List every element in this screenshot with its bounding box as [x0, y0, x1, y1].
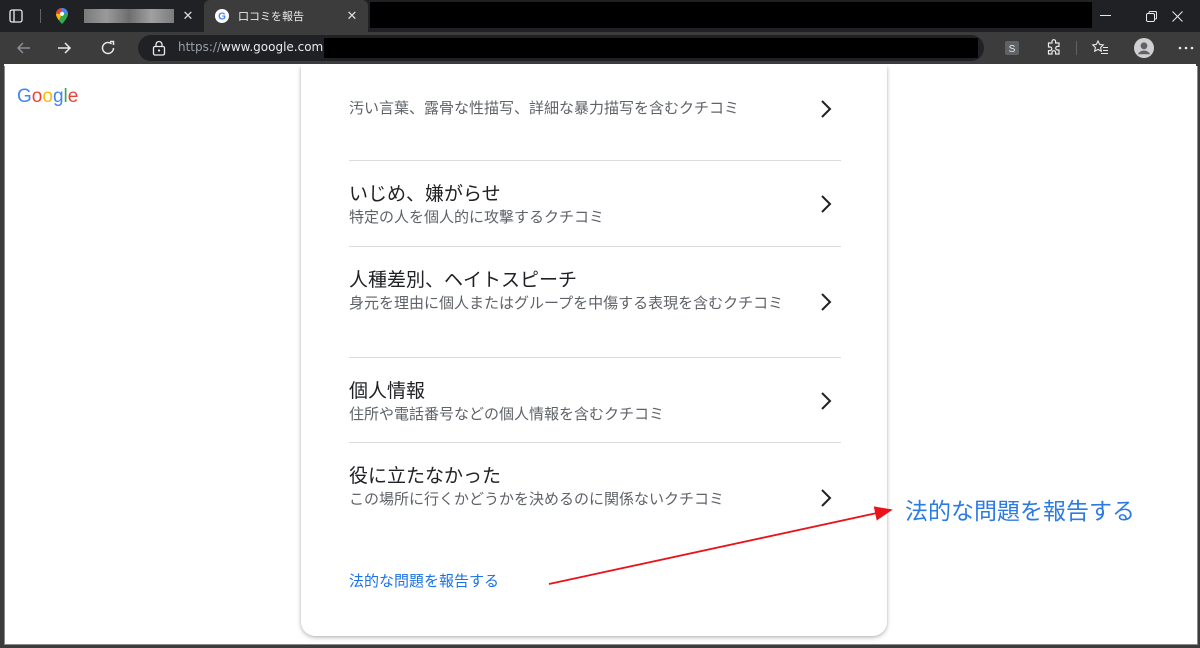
extensions-puzzle-icon[interactable] [1044, 38, 1064, 58]
tab-report-review[interactable]: G 口コミを報告 ✕ [204, 0, 368, 32]
more-options-icon[interactable] [1176, 38, 1196, 58]
google-g-icon: G [214, 8, 230, 24]
extension-s-icon[interactable]: S [1002, 38, 1022, 58]
tab-actions-icon[interactable] [6, 6, 26, 26]
maps-pin-icon [54, 8, 70, 24]
lock-icon[interactable] [152, 40, 168, 56]
tab-separator [40, 9, 41, 23]
reload-icon[interactable] [96, 36, 120, 60]
svg-text:S: S [1009, 44, 1016, 55]
tab-close-icon[interactable]: ✕ [180, 8, 196, 24]
tab-title: 口コミを報告 [238, 10, 304, 23]
toolbar-separator [1076, 41, 1077, 55]
url-text: https://www.google.com [178, 40, 324, 54]
tab-title-redacted [84, 9, 174, 23]
tab-maps[interactable]: ✕ [44, 0, 204, 32]
page-viewport: Google 汚い言葉、露骨な性描写、詳細な暴力描写を含むクチコミ いじめ、嫌が… [4, 66, 1198, 645]
profile-avatar-icon[interactable] [1134, 38, 1154, 58]
forward-arrow-icon[interactable] [52, 36, 76, 60]
tab-close-icon[interactable]: ✕ [344, 8, 360, 24]
browser-toolbar: https://www.google.com S [0, 32, 1200, 64]
annotation-arrow [548, 506, 893, 585]
tab-bar: ✕ G 口コミを報告 ✕ [0, 0, 1200, 32]
annotation-label: 法的な問題を報告する [905, 499, 1135, 525]
redacted-area [324, 38, 978, 58]
redacted-area [370, 2, 1092, 28]
back-arrow-icon[interactable] [12, 36, 36, 60]
favorites-icon[interactable] [1090, 38, 1110, 58]
address-bar[interactable]: https://www.google.com [138, 35, 984, 61]
window-close-icon[interactable] [1154, 0, 1200, 32]
minimize-icon[interactable] [1082, 0, 1128, 32]
svg-text:G: G [218, 12, 226, 23]
